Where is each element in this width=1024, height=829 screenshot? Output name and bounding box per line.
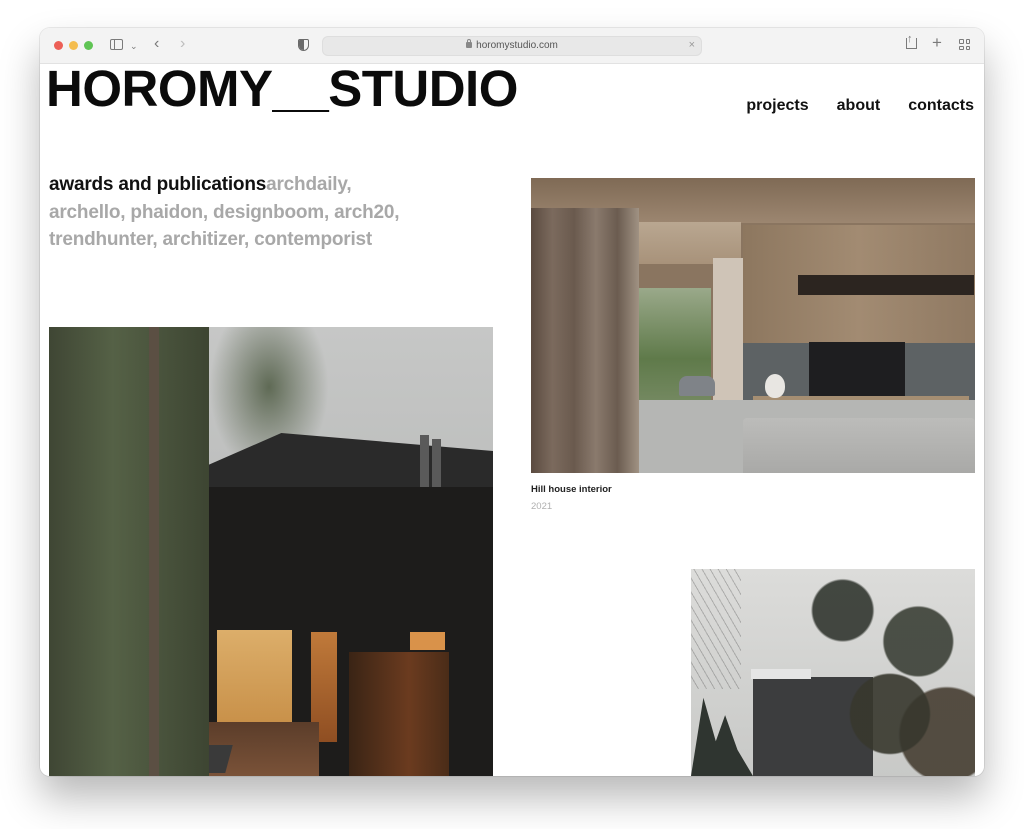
site-logo[interactable]: HOROMY__STUDIO — [46, 61, 518, 117]
url-text: horomystudio.com — [476, 40, 558, 51]
share-icon[interactable] — [906, 30, 917, 49]
project-title[interactable]: Hill house interior — [531, 484, 612, 495]
address-bar[interactable]: horomystudio.com × — [322, 36, 702, 56]
screen: ⌄ ‹ › horomystudio.com × + HOROMY__STUDI… — [0, 0, 1024, 829]
project-image-snow-house[interactable] — [691, 569, 975, 776]
browser-toolbar: ⌄ ‹ › horomystudio.com × + — [40, 28, 984, 64]
chevron-down-icon[interactable]: ⌄ — [130, 37, 138, 55]
nav-about[interactable]: about — [837, 97, 881, 115]
project-image-hill-house[interactable] — [531, 178, 975, 473]
nav-projects[interactable]: projects — [746, 97, 808, 115]
lock-icon — [466, 39, 473, 48]
project-image-forest-house[interactable] — [49, 327, 493, 776]
clear-url-icon[interactable]: × — [689, 39, 695, 51]
web-page: HOROMY__STUDIO projects about contacts a… — [40, 61, 984, 776]
browser-window: ⌄ ‹ › horomystudio.com × + HOROMY__STUDI… — [40, 28, 984, 776]
main-nav: projects about contacts — [746, 97, 974, 115]
sidebar-icon[interactable] — [110, 39, 123, 50]
awards-text: awards and publicationsarchdaily, archel… — [49, 171, 429, 254]
awards-heading: awards and publications — [49, 174, 267, 195]
tab-overview-icon[interactable] — [959, 39, 970, 50]
back-icon[interactable]: ‹ — [154, 35, 159, 53]
forward-icon[interactable]: › — [180, 35, 185, 53]
project-year: 2021 — [531, 501, 553, 512]
close-window-button[interactable] — [54, 41, 63, 50]
zoom-window-button[interactable] — [84, 41, 93, 50]
nav-contacts[interactable]: contacts — [908, 97, 974, 115]
minimize-window-button[interactable] — [69, 41, 78, 50]
new-tab-icon[interactable]: + — [932, 34, 942, 52]
shield-icon[interactable] — [298, 39, 309, 51]
traffic-lights — [54, 41, 93, 50]
